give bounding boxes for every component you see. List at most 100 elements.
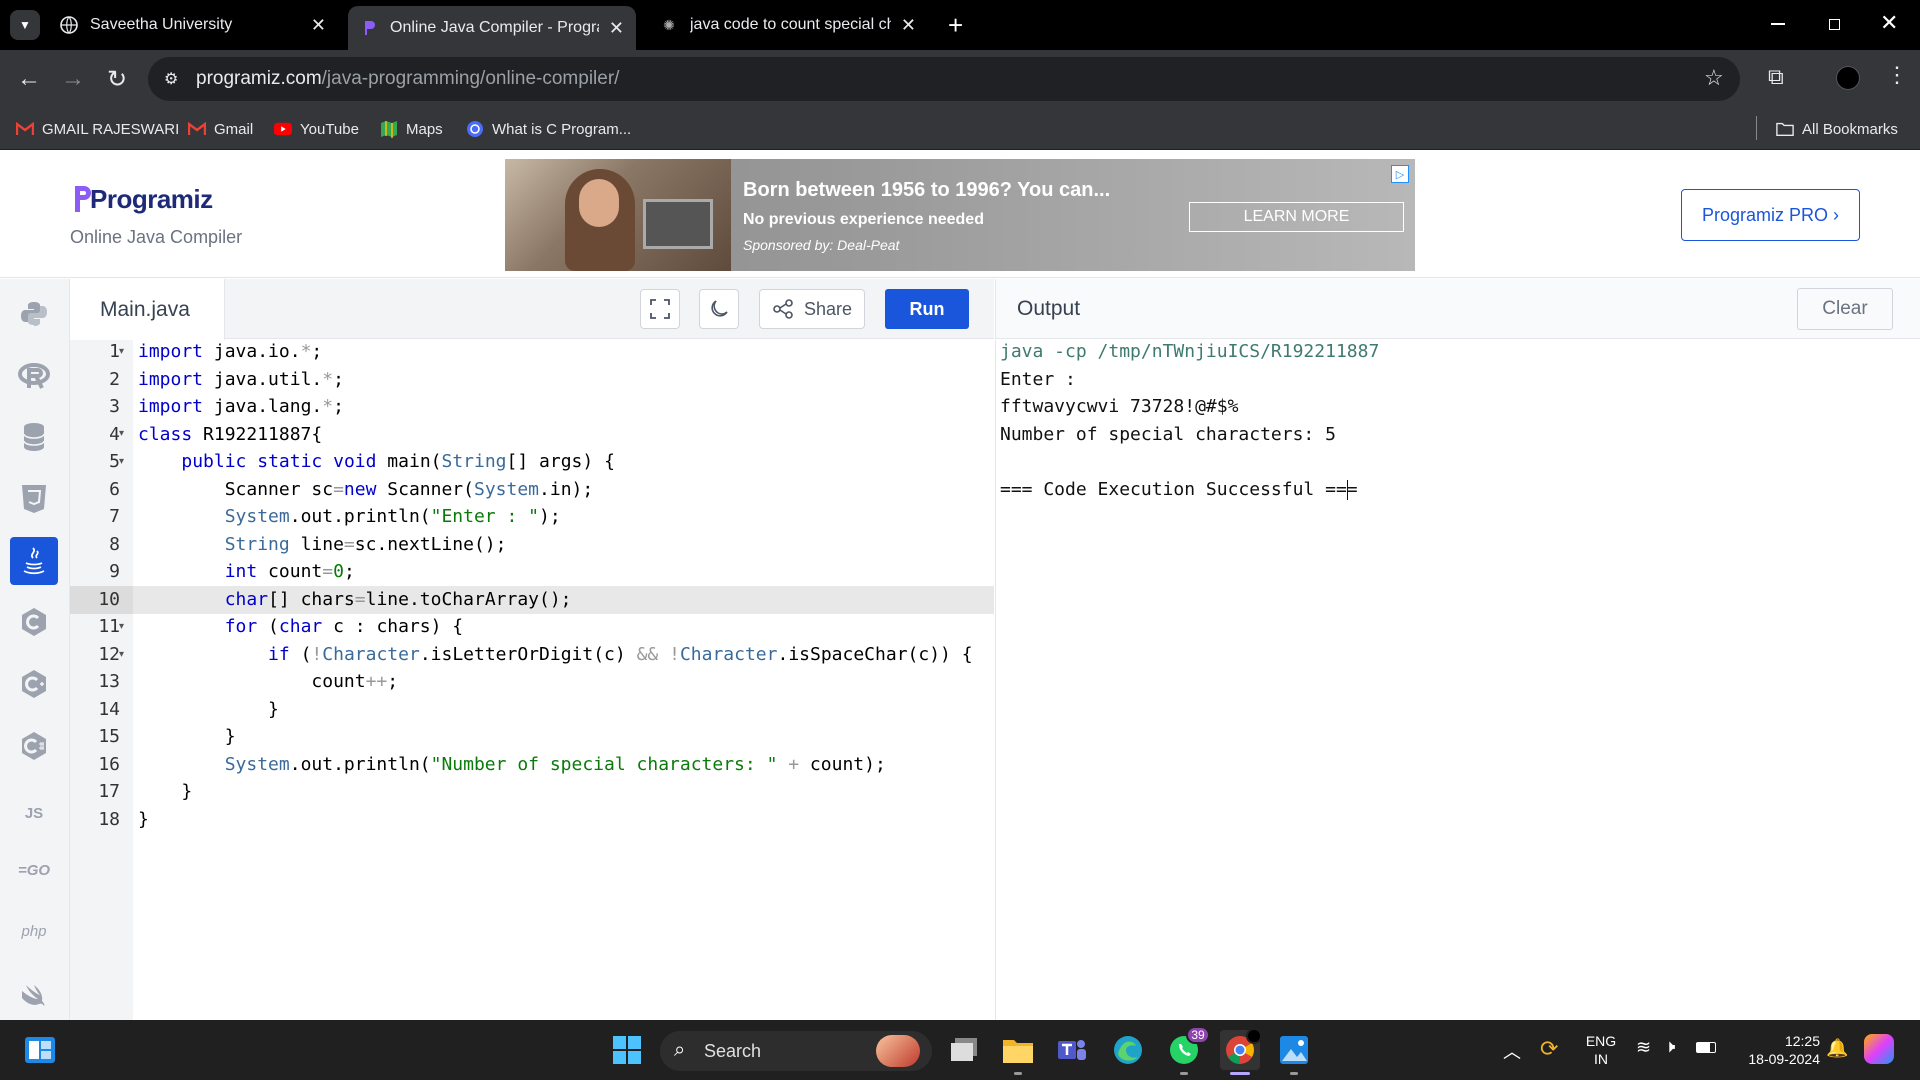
sidebar-item-python[interactable] [10, 290, 58, 338]
share-button[interactable]: Share [759, 289, 865, 329]
menu-icon[interactable]: ⋮ [1886, 62, 1908, 88]
extensions-icon[interactable]: ⧉ [1768, 64, 1784, 90]
app-running-indicator [1290, 1072, 1298, 1075]
file-tab-main-java[interactable]: Main.java [70, 279, 225, 340]
fold-arrow-icon[interactable]: ▾ [119, 448, 124, 476]
go-icon: =GO [17, 861, 51, 879]
line-number: 5 [109, 451, 120, 472]
clock-date: 18-09-2024 [1748, 1051, 1820, 1067]
clear-button[interactable]: Clear [1797, 288, 1893, 330]
line-number: 9 [109, 561, 120, 582]
programiz-logo-icon [75, 186, 91, 212]
adchoices-icon[interactable]: ▷ [1391, 165, 1409, 183]
line-number: 14 [98, 698, 120, 720]
html5-icon [22, 485, 46, 513]
run-button[interactable]: Run [885, 289, 969, 329]
advertisement-banner[interactable]: Born between 1956 to 1996? You can... No… [505, 159, 1415, 271]
sidebar-item-sql[interactable] [10, 413, 58, 461]
chevron-up-icon[interactable]: ︿ [1503, 1038, 1521, 1064]
sidebar-item-cpp[interactable] [10, 660, 58, 708]
fold-arrow-icon[interactable]: ▾ [119, 338, 124, 366]
sidebar-item-php[interactable]: php [10, 907, 58, 955]
go-label: GO [26, 861, 51, 879]
language-indicator[interactable]: ENG IN [1580, 1032, 1622, 1068]
notification-bell-icon[interactable]: 🔔 [1826, 1038, 1848, 1059]
tab-title: Online Java Compiler - Program [390, 19, 599, 36]
line-number: 11 [98, 616, 120, 637]
sidebar-item-swift[interactable] [10, 970, 58, 1018]
code-line-13: count++; [138, 671, 399, 692]
tab-java-code-search[interactable]: ✺ java code to count special chara ✕ [648, 6, 928, 44]
close-icon[interactable]: ✕ [609, 18, 624, 39]
site-info-icon[interactable]: ⚙ [164, 69, 178, 89]
photos-button[interactable] [1274, 1030, 1314, 1070]
line-number: 16 [98, 753, 120, 775]
lang-bottom: IN [1594, 1051, 1608, 1067]
folder-icon [1776, 120, 1794, 138]
restore-button[interactable] [1824, 14, 1844, 34]
programiz-logo[interactable]: Programiz [72, 182, 213, 216]
chrome-button[interactable] [1220, 1028, 1262, 1070]
battery-icon[interactable] [1696, 1042, 1716, 1053]
fold-arrow-icon[interactable]: ▾ [119, 420, 124, 448]
bookmark-maps[interactable]: Maps [380, 108, 443, 150]
search-icon: ⌕ [674, 1039, 686, 1061]
back-button[interactable]: ← [14, 64, 44, 94]
sidebar-item-r[interactable] [10, 352, 58, 400]
tab-saveetha[interactable]: Saveetha University ✕ [48, 6, 338, 44]
folder-icon [1003, 1040, 1033, 1063]
sidebar-item-c[interactable] [10, 598, 58, 646]
sidebar-item-go[interactable]: =GO [10, 846, 58, 894]
minimize-button[interactable] [1768, 14, 1788, 34]
start-button[interactable] [607, 1030, 647, 1070]
site-subtitle: Online Java Compiler [70, 227, 243, 247]
tab-online-java-compiler[interactable]: Online Java Compiler - Program ✕ [348, 6, 636, 50]
sync-icon[interactable]: ⟳ [1540, 1036, 1558, 1062]
code-line-6: Scanner sc=new Scanner(System.in); [138, 478, 594, 500]
task-view-icon [951, 1038, 977, 1061]
file-explorer-button[interactable] [998, 1030, 1038, 1070]
teams-button[interactable] [1052, 1030, 1092, 1070]
bookmark-gmail[interactable]: Gmail [188, 108, 253, 150]
url-text: programiz.com/java-programming/online-co… [196, 68, 619, 90]
sidebar-item-html[interactable] [10, 475, 58, 523]
sidebar-item-java[interactable] [10, 537, 58, 585]
chrome-profile-dot [1246, 1028, 1262, 1044]
close-icon[interactable]: ✕ [311, 15, 326, 36]
address-bar[interactable]: ⚙ programiz.com/java-programming/online-… [148, 57, 1740, 101]
ad-learn-more-button[interactable]: LEARN MORE [1189, 202, 1404, 232]
tab-search-button[interactable]: ▼ [10, 10, 40, 40]
line-number: 10 [98, 588, 120, 610]
window-close-button[interactable]: ✕ [1880, 10, 1898, 36]
new-tab-button[interactable]: + [948, 10, 963, 40]
programiz-pro-button[interactable]: Programiz PRO › [1681, 189, 1860, 241]
bookmark-gmail-rajeswari[interactable]: GMAIL RAJESWARI [16, 108, 179, 150]
whatsapp-button[interactable]: 39 [1164, 1026, 1210, 1070]
fold-arrow-icon[interactable]: ▾ [119, 641, 124, 669]
dark-mode-button[interactable] [699, 289, 739, 329]
bookmark-youtube[interactable]: YouTube [274, 108, 359, 150]
bookmark-what-is-c[interactable]: What is C Program... [466, 108, 631, 150]
profile-avatar[interactable] [1836, 66, 1860, 90]
taskbar-search[interactable]: ⌕ Search [660, 1031, 932, 1071]
fold-arrow-icon[interactable]: ▾ [119, 613, 124, 641]
speaker-muted-icon[interactable]: 🕨 [1664, 1036, 1675, 1057]
task-view-button[interactable] [944, 1030, 984, 1070]
sidebar-item-csharp[interactable] [10, 722, 58, 770]
widgets-button[interactable] [20, 1030, 60, 1070]
code-line-1: import java.io.*; [138, 341, 323, 362]
code-line-4: class R192211887{ [138, 423, 323, 445]
file-name: Main.java [100, 297, 190, 321]
fullscreen-button[interactable] [640, 289, 680, 329]
star-icon[interactable]: ☆ [1704, 65, 1724, 91]
wifi-icon[interactable]: ≋ [1636, 1037, 1651, 1058]
edge-button[interactable] [1108, 1030, 1148, 1070]
reload-button[interactable]: ↻ [102, 64, 132, 94]
sidebar-item-javascript[interactable]: JS [10, 789, 58, 837]
code-line-7: System.out.println("Enter : "); [224, 506, 561, 527]
close-icon[interactable]: ✕ [901, 15, 916, 36]
copilot-icon[interactable] [1864, 1034, 1894, 1064]
all-bookmarks[interactable]: All Bookmarks [1776, 108, 1898, 150]
clock[interactable]: 12:25 18-09-2024 [1730, 1032, 1820, 1068]
forward-button[interactable]: → [58, 64, 88, 94]
